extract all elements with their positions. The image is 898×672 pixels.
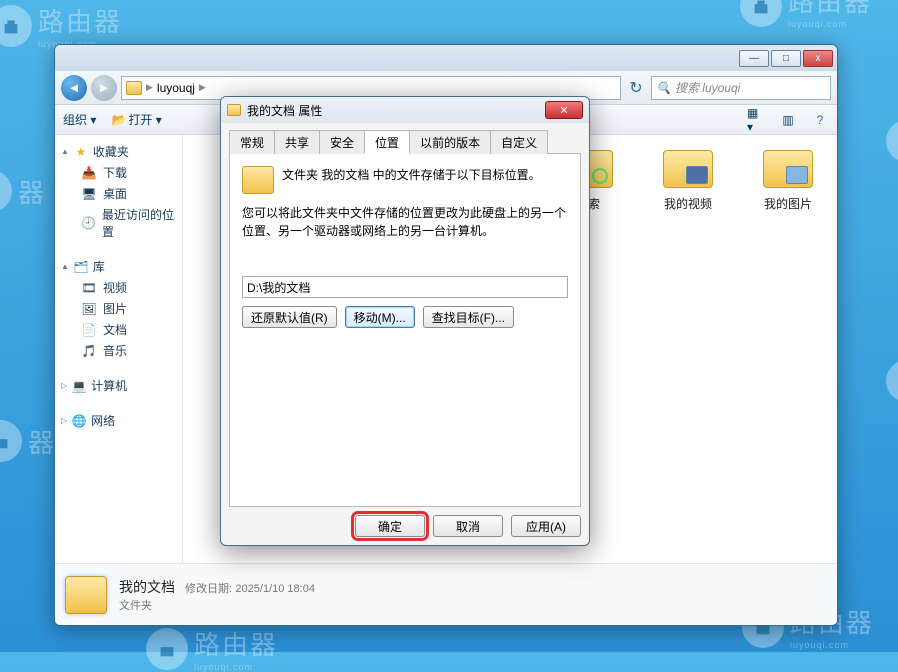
chevron-right-icon: ▶ — [199, 82, 206, 93]
tab-sharing[interactable]: 共享 — [274, 130, 320, 154]
minimize-button[interactable]: — — [739, 50, 769, 67]
details-type: 文件夹 — [119, 597, 315, 613]
video-icon: 🎞 — [81, 280, 97, 296]
chevron-right-icon: ▶ — [146, 82, 153, 93]
apply-button[interactable]: 应用(A) — [511, 515, 581, 537]
sidebar-item-recent[interactable]: 🕘最近访问的位置 — [59, 204, 178, 242]
search-placeholder: 搜索 luyouqi — [675, 79, 740, 96]
downloads-icon: 📥 — [81, 165, 97, 181]
dialog-titlebar: 我的文档 属性 ✕ — [221, 97, 589, 123]
folder-item-my-videos[interactable]: 我的视频 — [651, 147, 725, 212]
recent-icon: 🕘 — [81, 215, 96, 231]
tab-customize[interactable]: 自定义 — [490, 130, 548, 154]
search-icon: 🔍 — [656, 81, 671, 95]
location-line1: 文件夹 我的文档 中的文件存储于以下目标位置。 — [282, 166, 541, 194]
back-button[interactable]: ◄ — [61, 75, 87, 101]
wallpaper-logo — [886, 360, 898, 402]
preview-pane-button[interactable]: ▥ — [779, 111, 797, 129]
find-target-button[interactable]: 查找目标(F)... — [423, 306, 514, 328]
wallpaper-logo: 器 — [0, 420, 56, 462]
dialog-actions: 确定 取消 应用(A) — [229, 507, 581, 537]
sidebar-item-downloads[interactable]: 📥下载 — [59, 162, 178, 183]
sidebar-item-pictures[interactable]: 🖼图片 — [59, 298, 178, 319]
network-header[interactable]: ▷🌐网络 — [59, 410, 178, 431]
maximize-button[interactable]: □ — [771, 50, 801, 67]
window-titlebar: — □ x — [55, 45, 837, 71]
wallpaper-logo: 器 — [0, 170, 46, 212]
dialog-close-button[interactable]: ✕ — [545, 101, 583, 119]
network-icon: 🌐 — [71, 413, 87, 429]
folder-item-my-pictures[interactable]: 我的图片 — [751, 147, 825, 212]
document-icon: 📄 — [81, 322, 97, 338]
organize-menu[interactable]: 组织 ▾ — [63, 111, 96, 128]
item-label: 我的图片 — [764, 195, 812, 212]
star-icon: ★ — [73, 144, 89, 160]
cancel-button[interactable]: 取消 — [433, 515, 503, 537]
open-menu[interactable]: 📂打开 ▾ — [110, 111, 161, 129]
favorites-header[interactable]: ▲★收藏夹 — [59, 141, 178, 162]
wallpaper-logo: 路由器luyouqi.com — [740, 0, 872, 29]
path-input[interactable] — [242, 276, 568, 298]
wallpaper-logo — [886, 120, 898, 162]
location-line2: 您可以将此文件夹中文件存储的位置更改为此硬盘上的另一个位置、另一个驱动器或网络上… — [242, 204, 568, 240]
ok-button[interactable]: 确定 — [355, 515, 425, 537]
tab-previous-versions[interactable]: 以前的版本 — [409, 130, 491, 154]
libraries-header[interactable]: ▲🗂库 — [59, 256, 178, 277]
folder-icon — [227, 104, 241, 116]
help-button[interactable]: ? — [811, 111, 829, 129]
wallpaper-logo: 路由器luyouqi.com — [0, 2, 122, 49]
tabs-row: 常规 共享 安全 位置 以前的版本 自定义 — [229, 129, 581, 154]
details-name: 我的文档 — [119, 579, 175, 595]
view-options-button[interactable]: ▦ ▾ — [747, 111, 765, 129]
picture-icon: 🖼 — [81, 301, 97, 317]
refresh-button[interactable]: ↻ — [625, 78, 647, 98]
open-icon: 📂 — [110, 111, 128, 129]
music-icon: 🎵 — [81, 343, 97, 359]
tab-security[interactable]: 安全 — [319, 130, 365, 154]
sidebar-item-documents[interactable]: 📄文档 — [59, 319, 178, 340]
forward-button[interactable]: ► — [91, 75, 117, 101]
move-button[interactable]: 移动(M)... — [345, 306, 415, 328]
details-pane: 我的文档 修改日期: 2025/1/10 18:04 文件夹 — [55, 563, 837, 625]
tab-page-location: 文件夹 我的文档 中的文件存储于以下目标位置。 您可以将此文件夹中文件存储的位置… — [229, 154, 581, 507]
tab-general[interactable]: 常规 — [229, 130, 275, 154]
navigation-pane: ▲★收藏夹 📥下载 🖥桌面 🕘最近访问的位置 ▲🗂库 🎞视频 🖼图片 📄文档 🎵… — [55, 135, 183, 563]
computer-icon: 💻 — [71, 378, 87, 394]
sidebar-item-music[interactable]: 🎵音乐 — [59, 340, 178, 361]
item-label: 我的视频 — [664, 195, 712, 212]
dialog-title: 我的文档 属性 — [247, 102, 322, 119]
desktop-icon: 🖥 — [81, 186, 97, 202]
sidebar-item-desktop[interactable]: 🖥桌面 — [59, 183, 178, 204]
folder-icon — [242, 166, 274, 194]
close-button[interactable]: x — [803, 50, 833, 67]
folder-thumbnail-icon — [65, 576, 107, 614]
address-segment[interactable]: luyouqj — [157, 81, 195, 95]
sidebar-item-videos[interactable]: 🎞视频 — [59, 277, 178, 298]
wallpaper-logo: 路由器luyouqi.com — [146, 625, 278, 672]
computer-header[interactable]: ▷💻计算机 — [59, 375, 178, 396]
restore-defaults-button[interactable]: 还原默认值(R) — [242, 306, 337, 328]
search-input[interactable]: 🔍 搜索 luyouqi — [651, 76, 831, 100]
folder-icon — [126, 81, 142, 95]
library-icon: 🗂 — [73, 259, 89, 275]
properties-dialog: 我的文档 属性 ✕ 常规 共享 安全 位置 以前的版本 自定义 文件夹 我的文档… — [220, 96, 590, 546]
tab-location[interactable]: 位置 — [364, 130, 410, 154]
